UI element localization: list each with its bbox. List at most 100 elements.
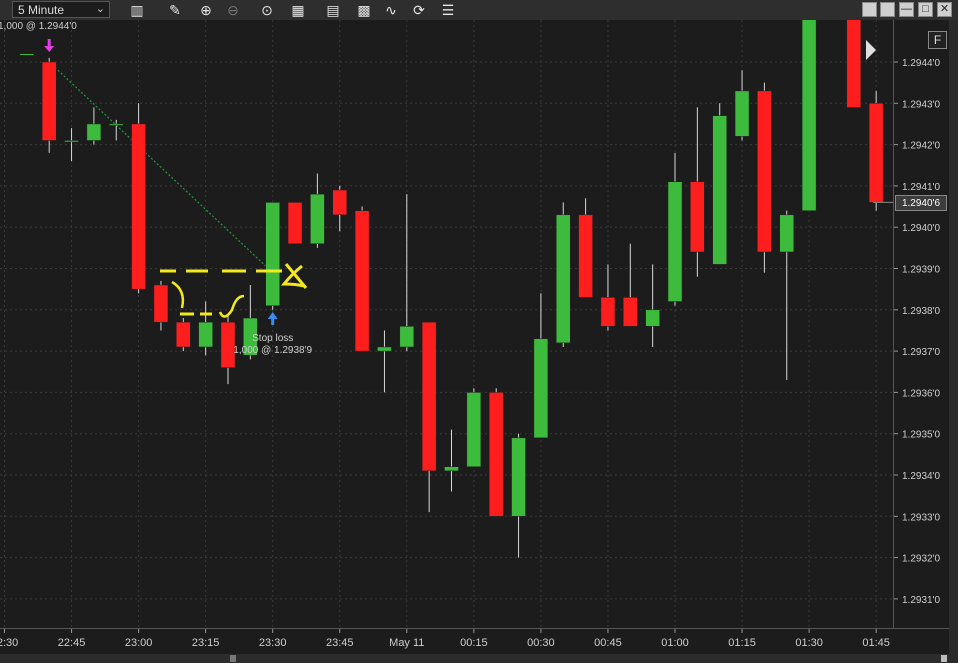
candle-down	[690, 181, 705, 253]
price-tick-label: 1.2933'0	[902, 512, 940, 523]
candle-down	[354, 210, 370, 352]
trade-connector-line	[48, 61, 274, 274]
scrollbar-thumb[interactable]	[230, 655, 236, 662]
time-tick-label: 22:45	[58, 637, 86, 649]
time-axis[interactable]: 22:30 22:45 23:00 23:15 23:30 23:45 May 11 00:1…	[0, 628, 949, 654]
handdrawn-x-mark	[280, 263, 308, 289]
candle-down	[131, 123, 146, 290]
stop-loss-arrow-shaft	[271, 318, 275, 325]
time-tick-label: 22:30	[0, 637, 18, 649]
chart-properties-icon[interactable]: ▦	[289, 1, 307, 19]
candle-up	[466, 392, 482, 467]
candle-down	[41, 61, 57, 141]
candle-up	[533, 338, 549, 439]
chart-toolbar: 5 Minute ⌄ ▥ ✎ ⊕ ⊖ ⊙ ▦ ▤ ▩ ∿ ⟳ ☰ — □ ✕	[0, 0, 958, 21]
price-tick-label: 1.2937'0	[902, 347, 940, 358]
price-tick-label: 1.2942'0	[902, 141, 940, 152]
candle-down	[757, 90, 772, 253]
candle-up	[265, 202, 280, 306]
handdrawn-squiggle	[218, 294, 245, 318]
price-tick-label: 1.2932'0	[902, 554, 940, 565]
interval-label: 5 Minute	[18, 3, 65, 17]
indicators-icon[interactable]: ∿	[382, 1, 400, 19]
stop-loss-arrow-icon	[267, 312, 278, 319]
candle-up	[511, 437, 526, 517]
crosshair-icon[interactable]: ⊙	[258, 1, 276, 19]
stop-loss-label: Stop loss	[252, 333, 293, 344]
candle-up	[399, 326, 415, 348]
candle-up	[86, 123, 102, 141]
price-tick-label: 1.2944'0	[902, 58, 940, 69]
candle-up	[556, 214, 571, 344]
time-tick-label: 00:30	[527, 637, 555, 649]
candle-up	[64, 140, 79, 143]
time-tick-label: 01:30	[795, 637, 823, 649]
candle-down	[332, 189, 347, 216]
handdrawn-curve	[171, 280, 185, 309]
price-axis[interactable]: 1.2944'0 1.2943'0 1.2942'0 1.2941'0 1.2940'0…	[893, 20, 949, 628]
price-tick-label: 1.2935'0	[902, 430, 940, 441]
scrollbar-end-marker[interactable]	[941, 655, 947, 662]
time-tick-label: 23:30	[259, 637, 287, 649]
tile-window-button-2[interactable]	[880, 2, 895, 17]
maximize-button[interactable]: □	[918, 2, 933, 17]
candle-down	[578, 214, 593, 298]
pencil-icon[interactable]: ✎	[166, 1, 184, 19]
price-tick-label: 1.2940'0	[902, 223, 940, 234]
candle-up	[734, 90, 750, 137]
price-tick-label: 1.2936'0	[902, 388, 940, 399]
candle-up	[801, 20, 817, 211]
candle-up	[310, 193, 325, 244]
horizontal-scrollbar[interactable]	[0, 654, 949, 663]
candle-down	[623, 297, 638, 327]
time-tick-label: 23:15	[192, 637, 220, 649]
bar-style-icon[interactable]: ▤	[324, 1, 342, 19]
time-tick-label: 23:00	[125, 637, 153, 649]
list-icon[interactable]: ☰	[439, 1, 457, 19]
candle-up	[444, 466, 459, 472]
entry-arrow-shaft	[47, 39, 51, 47]
time-tick-label: May 11	[389, 637, 424, 649]
candle-down	[153, 284, 169, 323]
right-margin-strip	[949, 20, 958, 663]
time-tick-label: 01:45	[862, 637, 890, 649]
price-tick-label: 1.2943'0	[902, 99, 940, 110]
time-axis-labels: 22:30 22:45 23:00 23:15 23:30 23:45 May 11 00:1…	[0, 629, 890, 649]
zoom-in-icon[interactable]: ⊕	[197, 1, 215, 19]
candle-up	[109, 123, 124, 126]
close-button[interactable]: ✕	[937, 2, 952, 17]
candle-up	[377, 346, 392, 352]
stop-loss-detail: 1,000 @ 1.2938'9	[233, 345, 312, 356]
candlestick-icon[interactable]: ▥	[128, 1, 146, 19]
candlestick-chart: 1,000 @ 1.2944'0 Stop loss1,000 @ 1.2938'…	[0, 20, 893, 628]
candle-down	[600, 297, 616, 327]
f-button[interactable]: F	[928, 31, 947, 49]
candle-down	[287, 202, 303, 244]
price-tick-label: 1.2941'0	[902, 182, 940, 193]
minimize-button[interactable]: —	[899, 2, 914, 17]
candle-up	[779, 214, 794, 253]
candle-up	[645, 309, 660, 327]
entry-arrow-icon	[44, 46, 55, 52]
time-tick-label: 00:45	[594, 637, 622, 649]
play-marker-icon	[866, 40, 876, 60]
candle-down	[488, 392, 504, 517]
candle-up	[712, 115, 727, 265]
candle-down	[176, 321, 191, 348]
price-tick-label: 1.2939'0	[902, 265, 940, 276]
time-tick-label: 00:15	[460, 637, 488, 649]
candle-up	[198, 321, 213, 348]
tile-window-button[interactable]	[862, 2, 877, 17]
price-chart-area[interactable]: 1,000 @ 1.2944'0 Stop loss 1,000 @ 1.2938'…	[0, 20, 893, 628]
refresh-icon[interactable]: ⟳	[410, 1, 428, 19]
interval-select[interactable]: 5 Minute ⌄	[12, 1, 110, 18]
drawing-tools-icon[interactable]: ▩	[355, 1, 373, 19]
time-tick-label: 01:00	[661, 637, 689, 649]
time-tick-label: 23:45	[326, 637, 354, 649]
price-tick-label: 1.2938'0	[902, 306, 940, 317]
entry-order-label: 1,000 @ 1.2944'0	[0, 21, 77, 32]
zoom-out-icon[interactable]: ⊖	[224, 1, 242, 19]
candle-up	[667, 181, 683, 302]
candle-down	[421, 321, 437, 472]
current-price-marker: 1.2940'6	[895, 195, 947, 211]
